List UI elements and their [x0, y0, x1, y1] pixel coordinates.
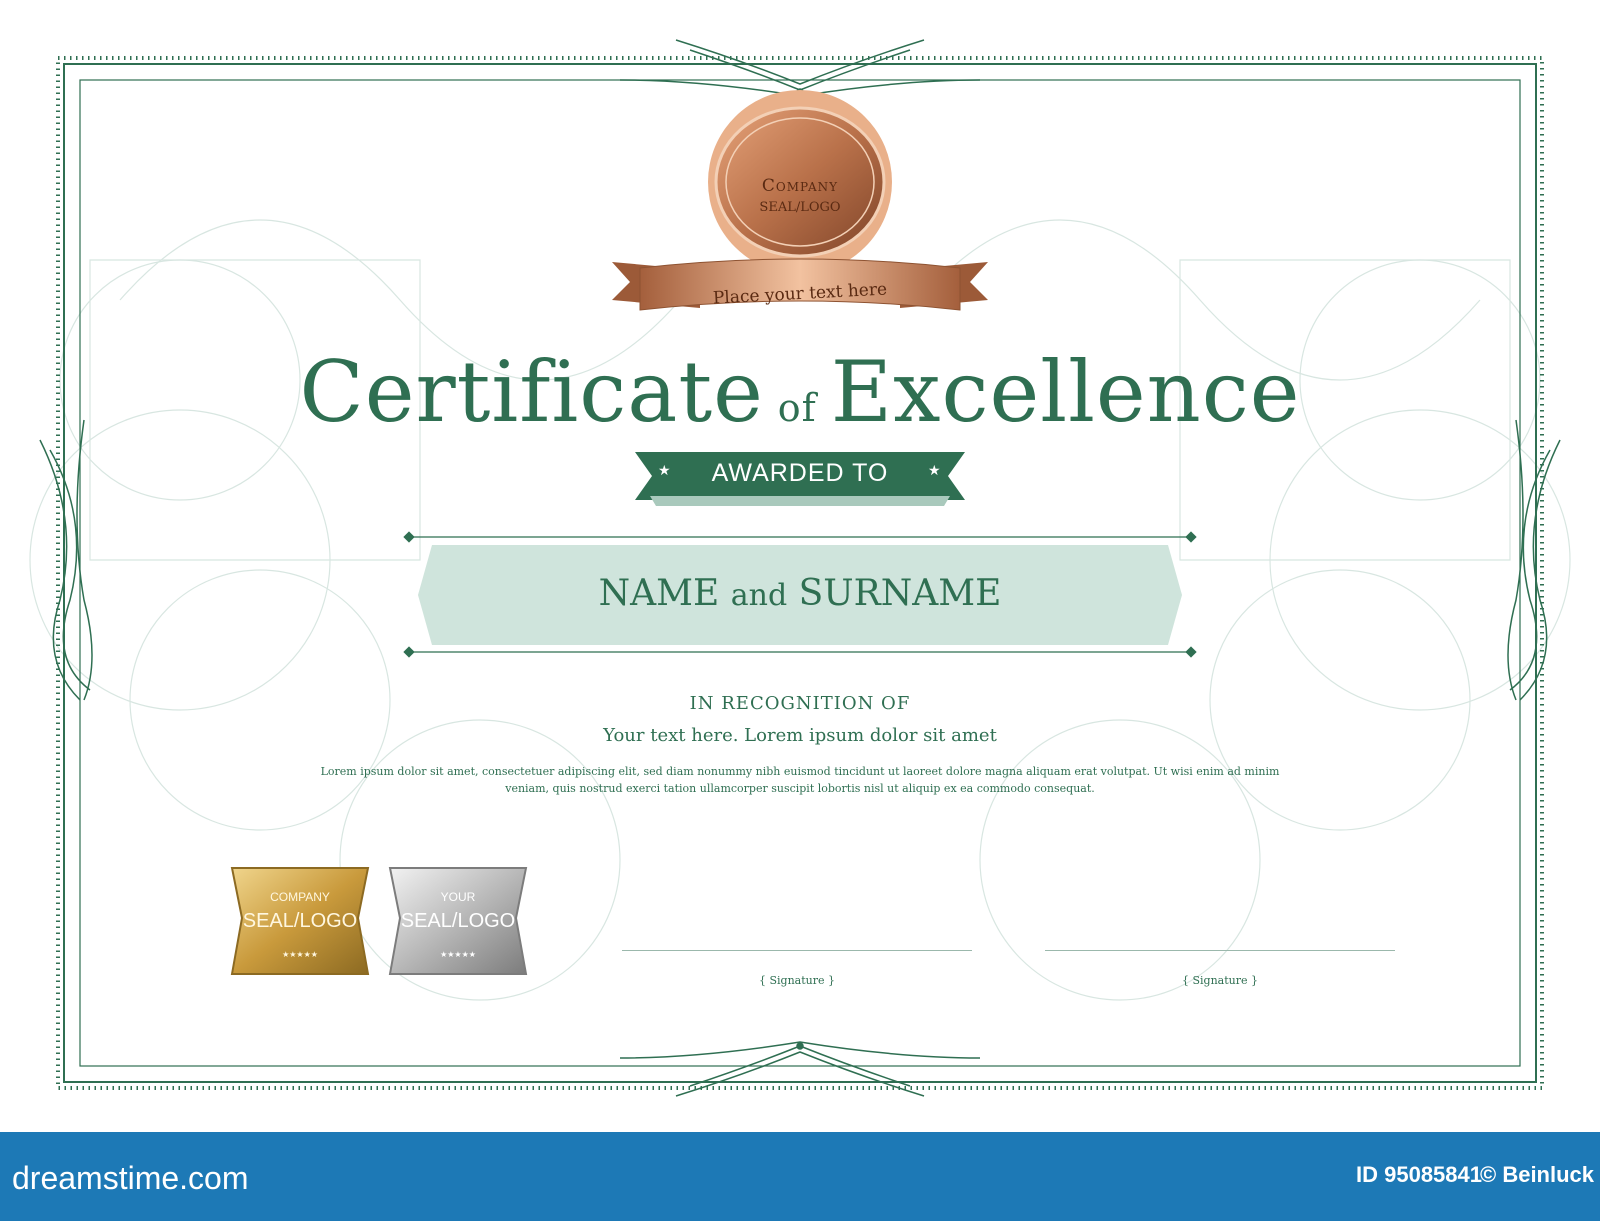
badge-1-line1: COMPANY: [270, 890, 330, 904]
awarded-to-label: AWARDED TO: [711, 459, 889, 487]
footer-image-id: ID 95085841: [1356, 1162, 1482, 1187]
bottom-ornament: [619, 1041, 981, 1097]
recognition-label: IN RECOGNITION OF: [689, 693, 911, 714]
badge-1-line2: SEAL/LOGO: [242, 910, 358, 932]
name-last: SURNAME: [798, 573, 1002, 614]
top-ornament: [619, 39, 981, 97]
footer-site-logo: dreamstime.com: [12, 1160, 249, 1196]
recipient-name: NAME and SURNAME: [420, 573, 1180, 614]
signature-label-2: { Signature }: [1181, 974, 1258, 987]
badge-2-line2: SEAL/LOGO: [400, 910, 516, 932]
recognition-text: Your text here. Lorem ipsum dolor sit am…: [603, 725, 997, 746]
signature-line-1: [622, 950, 972, 951]
badge-1-stars: ★★★★★: [282, 950, 318, 959]
title-word-1: Certificate: [299, 343, 764, 441]
title-word-2: Excellence: [830, 343, 1301, 441]
name-connector: and: [730, 578, 788, 613]
certificate-page: Company SEAL/LOGO Place your text here C…: [0, 0, 1600, 1221]
seal-line1: Company: [761, 176, 839, 196]
badge-2-stars: ★★★★★: [440, 950, 476, 959]
certificate-title: Certificate of Excellence: [0, 343, 1600, 441]
signature-label-1: { Signature }: [758, 974, 835, 987]
name-first: NAME: [598, 573, 720, 614]
title-connector: of: [777, 386, 817, 430]
seal-line2: SEAL/LOGO: [759, 200, 841, 215]
signature-line-2: [1045, 950, 1395, 951]
badge-2-line1: YOUR: [440, 890, 476, 904]
footer-copyright: © Beinluck: [1480, 1162, 1595, 1187]
body-text: Lorem ipsum dolor sit amet, consectetuer…: [320, 765, 1280, 795]
